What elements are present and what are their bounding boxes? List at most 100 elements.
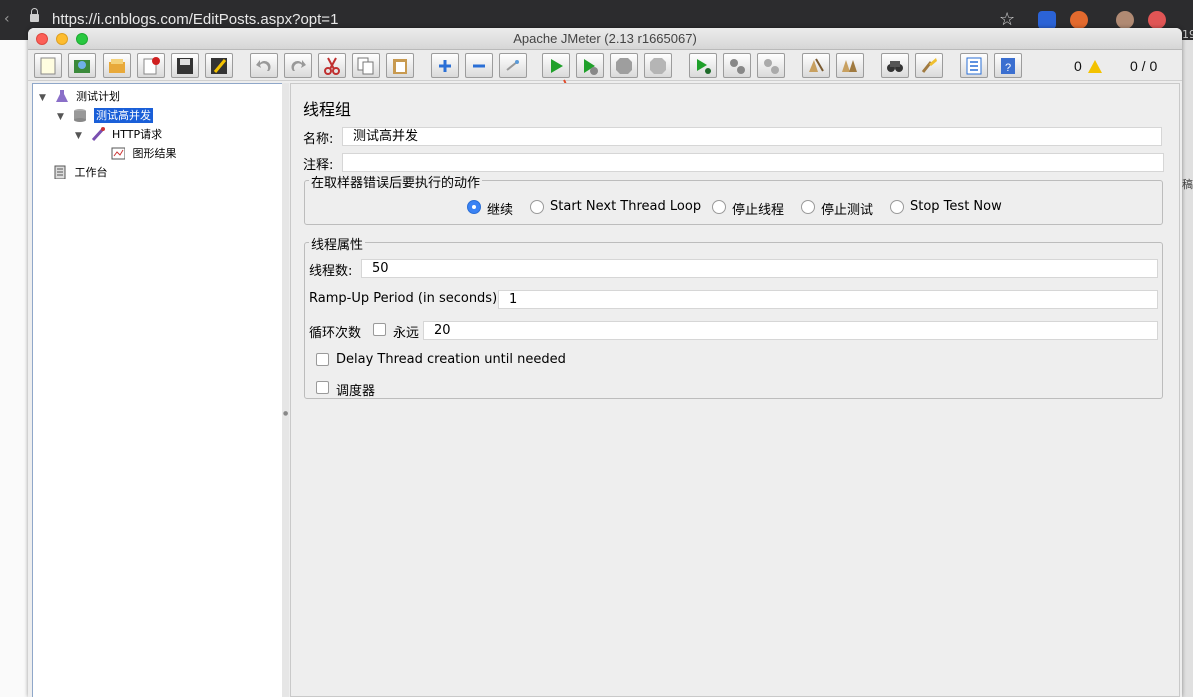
thread-group-panel: 线程组 名称: 测试高并发 注释: 在取样器错误后要执行的动作 继续 Start… (290, 83, 1180, 697)
copy-icon (357, 57, 374, 75)
warning-icon[interactable] (1087, 60, 1102, 73)
thread-properties-group: 线程属性 线程数: 50 Ramp-Up Period (in seconds)… (304, 234, 1163, 399)
tree-item-label: HTTP请求 (112, 128, 163, 141)
extension-paw-icon[interactable] (1038, 11, 1056, 29)
tree-item-thread-group[interactable]: ▼ 测试高并发 (57, 107, 153, 125)
cut-button[interactable] (318, 53, 346, 78)
radio-stop-test-now[interactable] (890, 200, 904, 214)
start-no-pause-button[interactable] (576, 53, 604, 78)
close-window-button[interactable] (36, 33, 48, 45)
address-bar[interactable]: https://i.cnblogs.com/EditPosts.aspx?opt… (52, 11, 338, 28)
threads-label: 线程数: (309, 264, 353, 279)
toggle-button[interactable] (499, 53, 527, 78)
splitter-grip-icon[interactable]: ● (283, 410, 288, 417)
expand-button[interactable] (431, 53, 459, 78)
remote-shutdown-button[interactable] (757, 53, 785, 78)
error-count: 0 (1074, 58, 1082, 74)
radio-stop-thread-label: 停止线程 (732, 203, 785, 218)
save-button[interactable] (171, 53, 199, 78)
svg-text:?: ? (1005, 62, 1011, 74)
bookmark-star-icon[interactable]: ☆ (999, 9, 1015, 30)
clear-button[interactable] (802, 53, 830, 78)
shutdown-button[interactable] (644, 53, 672, 78)
background-page-edge (0, 40, 28, 697)
zoom-window-button[interactable] (76, 33, 88, 45)
expand-icon (439, 60, 451, 72)
test-plan-tree: ▼ 测试计划 ▼ 测试高并发 ▼ HTTP请求 图形结果 工作台 (32, 83, 283, 697)
extension-orange-icon[interactable] (1070, 11, 1088, 29)
search-icon (887, 61, 903, 72)
remote-start-button[interactable] (689, 53, 717, 78)
panel-splitter[interactable]: ● (282, 83, 289, 697)
comment-label: 注释: (303, 158, 334, 173)
rampup-label: Ramp-Up Period (in seconds): (309, 291, 502, 306)
threads-input[interactable]: 50 (361, 259, 1158, 278)
clear-all-button[interactable] (836, 53, 864, 78)
start-icon (551, 59, 563, 73)
expanded-arrow-icon[interactable]: ▼ (39, 89, 51, 107)
save-icon (177, 58, 193, 74)
new-button[interactable] (34, 53, 62, 78)
back-arrow-icon[interactable]: ‹ (4, 11, 10, 27)
window-titlebar: Apache JMeter (2.13 r1665067) (28, 28, 1182, 50)
tree-item-label: 图形结果 (132, 147, 177, 160)
radio-stop-thread[interactable] (712, 200, 726, 214)
close-button[interactable] (137, 53, 165, 78)
delay-thread-checkbox[interactable] (316, 353, 329, 366)
start-button[interactable] (542, 53, 570, 78)
close-icon (143, 57, 160, 75)
remote-start-icon (697, 59, 711, 74)
rampup-input[interactable]: 1 (498, 290, 1158, 309)
open-button[interactable] (103, 53, 131, 78)
name-label: 名称: (303, 132, 334, 147)
reset-search-icon (921, 58, 937, 73)
loop-count-input[interactable]: 20 (423, 321, 1158, 340)
name-field[interactable]: 测试高并发 (342, 127, 1162, 146)
thread-group-icon (73, 109, 86, 122)
search-button[interactable] (881, 53, 909, 78)
stop-button[interactable] (610, 53, 638, 78)
extension-red-icon[interactable] (1148, 11, 1166, 29)
radio-continue-label: 继续 (487, 203, 514, 218)
undo-icon (256, 60, 271, 71)
minimize-window-button[interactable] (56, 33, 68, 45)
copy-button[interactable] (352, 53, 380, 78)
error-action-legend: 在取样器错误后要执行的动作 (309, 172, 483, 191)
error-action-group: 在取样器错误后要执行的动作 继续 Start Next Thread Loop … (304, 172, 1163, 225)
radio-next-loop[interactable] (530, 200, 544, 214)
undo-button[interactable] (250, 53, 278, 78)
edge-text: 19 (1182, 28, 1193, 41)
scheduler-checkbox[interactable] (316, 381, 329, 394)
radio-stop-test[interactable] (801, 200, 815, 214)
jmeter-window: Apache JMeter (2.13 r1665067) ? 0 0 / 0 … (28, 28, 1182, 697)
expanded-arrow-icon[interactable]: ▼ (57, 108, 69, 126)
profile-avatar[interactable] (1116, 11, 1134, 29)
comment-field[interactable] (342, 153, 1164, 172)
tree-item-test-plan[interactable]: ▼ 测试计划 (39, 88, 120, 106)
error-counter: 0 (1074, 58, 1102, 74)
expanded-arrow-icon[interactable]: ▼ (75, 127, 87, 145)
tree-item-graph-results[interactable]: 图形结果 (111, 145, 177, 163)
radio-continue[interactable] (467, 200, 481, 214)
forever-label: 永远 (393, 326, 420, 341)
radio-next-loop-label: Start Next Thread Loop (550, 199, 702, 214)
save-as-button[interactable] (205, 53, 233, 78)
window-title: Apache JMeter (2.13 r1665067) (513, 31, 697, 46)
new-icon (40, 57, 56, 75)
remote-shutdown-icon (764, 59, 779, 74)
remote-stop-button[interactable] (723, 53, 751, 78)
function-helper-button[interactable] (960, 53, 988, 78)
thread-properties-legend: 线程属性 (309, 234, 366, 253)
shutdown-icon (650, 58, 666, 74)
paste-button[interactable] (386, 53, 414, 78)
help-button[interactable]: ? (994, 53, 1022, 78)
redo-button[interactable] (284, 53, 312, 78)
reset-search-button[interactable] (915, 53, 943, 78)
forever-checkbox[interactable] (373, 323, 386, 336)
active-threads-counter: 0 / 0 (1130, 58, 1158, 74)
templates-button[interactable] (68, 53, 96, 78)
tree-item-http-request[interactable]: ▼ HTTP请求 (75, 126, 162, 144)
tree-item-workbench[interactable]: 工作台 (53, 164, 108, 182)
collapse-button[interactable] (465, 53, 493, 78)
radio-stop-test-label: 停止测试 (821, 203, 874, 218)
